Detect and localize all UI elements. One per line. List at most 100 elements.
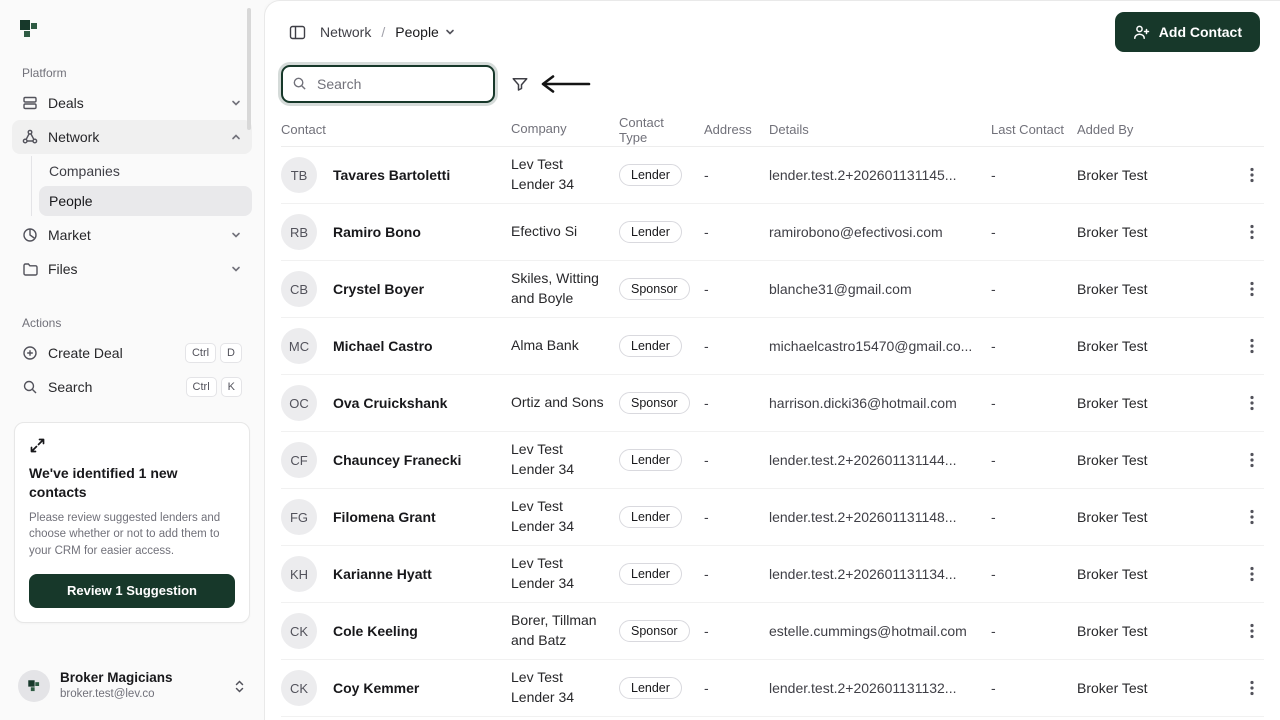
sidebar-item-market[interactable]: Market [12, 218, 252, 252]
kbd-k: K [221, 377, 242, 397]
table-row[interactable]: FG Filomena Grant Lev Test Lender 34 Len… [281, 489, 1264, 546]
row-menu-button[interactable] [1244, 503, 1260, 531]
details-cell: michaelcastro15470@gmail.co... [769, 338, 991, 354]
row-menu-button[interactable] [1244, 446, 1260, 474]
avatar: RB [281, 214, 317, 250]
suggestion-card: We've identified 1 new contacts Please r… [14, 422, 250, 623]
add-contact-label: Add Contact [1159, 24, 1242, 40]
row-menu-button[interactable] [1244, 275, 1260, 303]
market-icon [22, 227, 38, 243]
added-by-cell: Broker Test [1077, 680, 1210, 696]
breadcrumb-people[interactable]: People [395, 24, 456, 40]
kbd-ctrl: Ctrl [186, 377, 217, 397]
app-logo[interactable] [12, 12, 252, 50]
kebab-icon [1250, 680, 1254, 696]
sidebar-item-deals[interactable]: Deals [12, 86, 252, 120]
kbd-d: D [220, 343, 242, 363]
last-contact-cell: - [991, 338, 1077, 354]
sidebar-item-files[interactable]: Files [12, 252, 252, 286]
company-cell: Efectivo Si [511, 222, 619, 242]
account-avatar [18, 670, 50, 702]
suggestion-body: Please review suggested lenders and choo… [29, 510, 235, 560]
add-contact-button[interactable]: Add Contact [1115, 12, 1260, 52]
sidebar-item-label: Deals [48, 95, 84, 111]
row-menu-button[interactable] [1244, 161, 1260, 189]
search-menu-button[interactable]: Search Ctrl K [12, 370, 252, 404]
column-header-address[interactable]: Address [704, 122, 769, 137]
annotation-arrow [539, 73, 591, 95]
table-row[interactable]: CB Crystel Boyer Skiles, Witting and Boy… [281, 261, 1264, 318]
table-row[interactable]: CK Cole Keeling Borer, Tillman and Batz … [281, 603, 1264, 660]
details-cell: lender.test.2+202601131132... [769, 680, 991, 696]
table-row[interactable]: MC Michael Castro Alma Bank Lender - mic… [281, 318, 1264, 375]
contact-type-badge: Lender [619, 449, 682, 471]
details-cell: ramirobono@efectivosi.com [769, 224, 991, 240]
contact-name: Cole Keeling [333, 623, 418, 639]
column-header-added-by[interactable]: Added By [1077, 122, 1210, 137]
table-row[interactable]: KH Karianne Hyatt Lev Test Lender 34 Len… [281, 546, 1264, 603]
chevron-down-icon [444, 26, 456, 38]
create-deal-button[interactable]: Create Deal Ctrl D [12, 336, 252, 370]
avatar: CK [281, 613, 317, 649]
column-header-company[interactable]: Company [511, 120, 619, 138]
contact-name: Crystel Boyer [333, 281, 424, 297]
last-contact-cell: - [991, 452, 1077, 468]
table-row[interactable]: OC Ova Cruickshank Ortiz and Sons Sponso… [281, 375, 1264, 432]
address-cell: - [704, 224, 769, 240]
sidebar: Platform Deals Network Companies People … [0, 0, 264, 720]
row-menu-button[interactable] [1244, 332, 1260, 360]
sidebar-scrollbar[interactable] [247, 8, 251, 130]
added-by-cell: Broker Test [1077, 224, 1210, 240]
contact-name: Ova Cruickshank [333, 395, 447, 411]
funnel-icon [511, 75, 529, 93]
company-cell: Lev Test Lender 34 [511, 155, 619, 194]
row-menu-button[interactable] [1244, 674, 1260, 702]
main-panel: Network / People Add Contact Contact Com… [264, 0, 1280, 720]
column-header-last-contact[interactable]: Last Contact [991, 122, 1077, 137]
added-by-cell: Broker Test [1077, 509, 1210, 525]
account-switcher[interactable]: Broker Magicians broker.test@lev.co [12, 662, 252, 710]
address-cell: - [704, 623, 769, 639]
address-cell: - [704, 167, 769, 183]
company-cell: Ortiz and Sons [511, 393, 619, 413]
column-header-details[interactable]: Details [769, 122, 991, 137]
account-name: Broker Magicians [60, 670, 173, 686]
kebab-icon [1250, 623, 1254, 639]
contact-type-badge: Sponsor [619, 392, 690, 414]
sidebar-item-people[interactable]: People [39, 186, 252, 216]
sidebar-item-companies[interactable]: Companies [39, 156, 252, 186]
account-email: broker.test@lev.co [60, 687, 173, 702]
sidebar-toggle-button[interactable] [285, 20, 310, 45]
last-contact-cell: - [991, 281, 1077, 297]
contact-type-badge: Sponsor [619, 278, 690, 300]
breadcrumb-network[interactable]: Network [320, 24, 371, 40]
logo-icon [18, 18, 40, 40]
row-menu-button[interactable] [1244, 560, 1260, 588]
column-header-contact[interactable]: Contact [281, 122, 511, 137]
row-menu-button[interactable] [1244, 218, 1260, 246]
review-suggestion-button[interactable]: Review 1 Suggestion [29, 574, 235, 608]
filter-button[interactable] [509, 73, 531, 95]
address-cell: - [704, 566, 769, 582]
address-cell: - [704, 509, 769, 525]
table-row[interactable]: CK Coy Kemmer Lev Test Lender 34 Lender … [281, 660, 1264, 717]
added-by-cell: Broker Test [1077, 338, 1210, 354]
last-contact-cell: - [991, 509, 1077, 525]
kebab-icon [1250, 566, 1254, 582]
table-row[interactable]: RB Ramiro Bono Efectivo Si Lender - rami… [281, 204, 1264, 261]
table-header-row: Contact Company Contact Type Address Det… [281, 113, 1264, 147]
contact-type-badge: Lender [619, 221, 682, 243]
row-menu-button[interactable] [1244, 617, 1260, 645]
chevron-down-icon [230, 229, 242, 241]
column-header-contact-type[interactable]: Contact Type [619, 115, 704, 145]
sidebar-item-network[interactable]: Network [12, 120, 252, 154]
chevron-up-icon [230, 131, 242, 143]
search-input[interactable] [281, 65, 495, 103]
avatar: OC [281, 385, 317, 421]
table-row[interactable]: TB Tavares Bartoletti Lev Test Lender 34… [281, 147, 1264, 204]
contact-name: Karianne Hyatt [333, 566, 432, 582]
row-menu-button[interactable] [1244, 389, 1260, 417]
table-row[interactable]: CF Chauncey Franecki Lev Test Lender 34 … [281, 432, 1264, 489]
network-icon [22, 129, 38, 145]
company-cell: Lev Test Lender 34 [511, 554, 619, 593]
